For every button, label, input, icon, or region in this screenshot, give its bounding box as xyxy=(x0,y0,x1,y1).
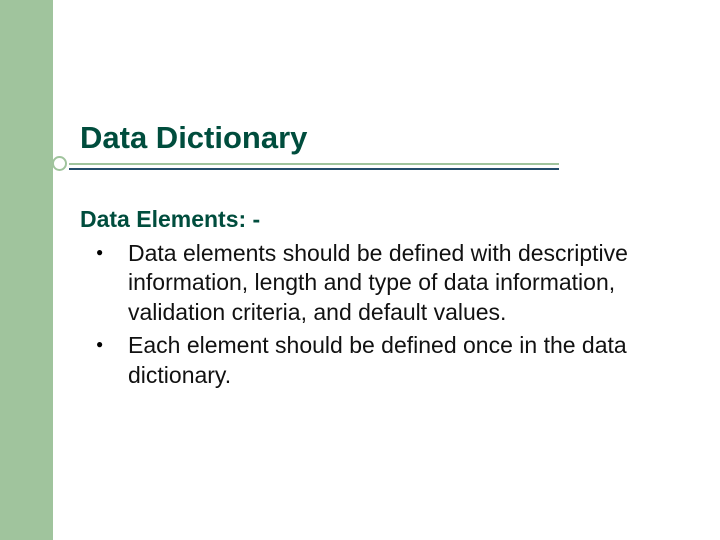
slide-title: Data Dictionary xyxy=(80,120,670,156)
slide-content: Data Dictionary Data Elements: - Data el… xyxy=(80,120,670,394)
title-divider xyxy=(80,162,670,168)
list-item: Data elements should be defined with des… xyxy=(96,239,670,327)
divider-line-top xyxy=(69,163,559,165)
section-subheading: Data Elements: - xyxy=(80,206,670,233)
bullet-list: Data elements should be defined with des… xyxy=(96,239,670,390)
list-item: Each element should be defined once in t… xyxy=(96,331,670,390)
divider-line-bottom xyxy=(69,168,559,170)
divider-circle-icon xyxy=(52,156,67,171)
accent-sidebar xyxy=(0,0,53,540)
